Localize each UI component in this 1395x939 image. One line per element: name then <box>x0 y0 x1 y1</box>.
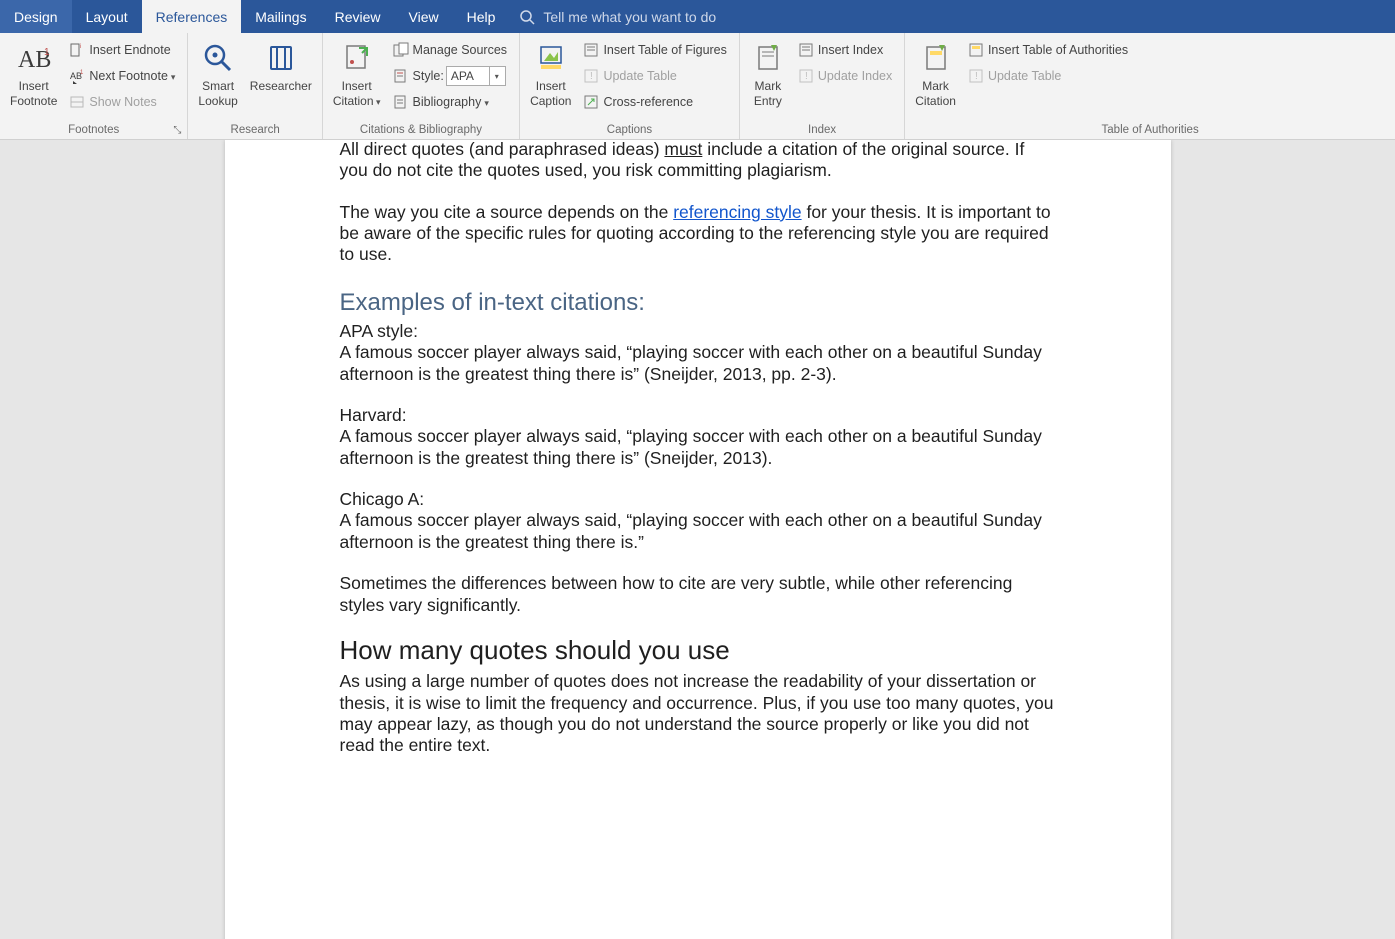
insert-index-button[interactable]: Insert Index <box>792 37 898 63</box>
group-toa-label: Table of Authorities <box>909 122 1391 139</box>
heading-examples[interactable]: Examples of in-text citations: <box>340 292 1056 313</box>
paragraph[interactable]: As using a large number of quotes does n… <box>340 671 1056 756</box>
referencing-style-link[interactable]: referencing style <box>673 202 801 222</box>
insert-citation-label: Insert Citation <box>333 79 381 110</box>
tab-design[interactable]: Design <box>0 0 72 33</box>
insert-footnote-button[interactable]: AB1 Insert Footnote <box>4 35 63 109</box>
page[interactable]: All direct quotes (and paraphrased ideas… <box>225 140 1171 939</box>
footnotes-dialog-launcher[interactable]: ⤡ <box>173 125 181 136</box>
label-chicago[interactable]: Chicago A: <box>340 489 1056 510</box>
caption-icon <box>534 39 568 77</box>
tof-icon <box>583 42 599 58</box>
style-combo[interactable]: APA <box>446 66 506 86</box>
endnote-icon: i <box>69 42 85 58</box>
tab-layout[interactable]: Layout <box>72 0 142 33</box>
update-index-button: ! Update Index <box>792 63 898 89</box>
svg-text:!: ! <box>975 71 978 82</box>
manage-sources-icon <box>393 42 409 58</box>
mark-entry-button[interactable]: Mark Entry <box>744 35 792 109</box>
group-citations: Insert Citation Manage Sources Style: AP… <box>323 33 520 139</box>
update-toa-button: ! Update Table <box>962 63 1134 89</box>
tab-mailings[interactable]: Mailings <box>241 0 320 33</box>
label-apa[interactable]: APA style: <box>340 321 1056 342</box>
group-index: Mark Entry Insert Index ! Update Index I… <box>740 33 905 139</box>
paragraph[interactable]: Sometimes the differences between how to… <box>340 573 1056 616</box>
paragraph[interactable]: All direct quotes (and paraphrased ideas… <box>340 140 1056 182</box>
smart-lookup-icon <box>201 39 235 77</box>
cross-reference-button[interactable]: Cross-reference <box>577 89 732 115</box>
mark-citation-label: Mark Citation <box>915 79 956 109</box>
insert-endnote-button[interactable]: i Insert Endnote <box>63 37 181 63</box>
mark-entry-label: Mark Entry <box>754 79 782 109</box>
tab-review[interactable]: Review <box>321 0 395 33</box>
show-notes-icon <box>69 94 85 110</box>
update-toa-icon: ! <box>968 68 984 84</box>
smart-lookup-button[interactable]: Smart Lookup <box>192 35 243 109</box>
insert-footnote-label: Insert Footnote <box>10 79 57 109</box>
smart-lookup-label: Smart Lookup <box>198 79 237 109</box>
paragraph[interactable]: A famous soccer player always said, “pla… <box>340 510 1056 553</box>
mark-entry-icon <box>751 39 785 77</box>
mark-citation-button[interactable]: Mark Citation <box>909 35 962 109</box>
group-research: Smart Lookup Researcher Research <box>188 33 322 139</box>
update-table-icon: ! <box>583 68 599 84</box>
researcher-icon <box>264 39 298 77</box>
document-area[interactable]: All direct quotes (and paraphrased ideas… <box>0 140 1395 939</box>
manage-sources-button[interactable]: Manage Sources <box>387 37 514 63</box>
paragraph[interactable]: A famous soccer player always said, “pla… <box>340 342 1056 385</box>
insert-citation-button[interactable]: Insert Citation <box>327 35 387 110</box>
style-icon <box>393 68 409 84</box>
paragraph[interactable]: The way you cite a source depends on the… <box>340 202 1056 266</box>
label-harvard[interactable]: Harvard: <box>340 405 1056 426</box>
ribbon: AB1 Insert Footnote i Insert Endnote AB1… <box>0 33 1395 140</box>
mark-citation-icon <box>919 39 953 77</box>
show-notes-button: Show Notes <box>63 89 181 115</box>
search-icon <box>519 9 535 25</box>
citation-icon <box>340 39 374 77</box>
svg-text:!: ! <box>805 71 808 82</box>
tab-references[interactable]: References <box>142 0 242 33</box>
paragraph[interactable]: A famous soccer player always said, “pla… <box>340 426 1056 469</box>
tell-me-search[interactable] <box>509 0 853 33</box>
group-captions: Insert Caption Insert Table of Figures !… <box>520 33 740 139</box>
insert-caption-label: Insert Caption <box>530 79 571 109</box>
group-citations-label: Citations & Bibliography <box>327 122 515 139</box>
insert-caption-button[interactable]: Insert Caption <box>524 35 577 109</box>
insert-toa-icon <box>968 42 984 58</box>
citation-style-dropdown[interactable]: Style: APA <box>387 63 514 89</box>
heading-howmany[interactable]: How many quotes should you use <box>340 640 1056 661</box>
next-footnote-icon: AB1 <box>69 68 85 84</box>
researcher-label: Researcher <box>250 79 312 94</box>
group-research-label: Research <box>192 122 317 139</box>
group-index-label: Index <box>744 122 900 139</box>
group-footnotes-label: Footnotes <box>68 124 119 136</box>
cross-ref-icon <box>583 94 599 110</box>
svg-text:i: i <box>80 44 81 50</box>
next-footnote-button[interactable]: AB1 Next Footnote <box>63 63 181 89</box>
bibliography-button[interactable]: Bibliography <box>387 89 514 115</box>
svg-text:!: ! <box>590 71 593 82</box>
group-captions-label: Captions <box>524 122 735 139</box>
group-footnotes: AB1 Insert Footnote i Insert Endnote AB1… <box>0 33 188 139</box>
svg-text:1: 1 <box>80 70 84 76</box>
bibliography-icon <box>393 94 409 110</box>
group-toa: Mark Citation Insert Table of Authoritie… <box>905 33 1395 139</box>
ribbon-tabstrip: Design Layout References Mailings Review… <box>0 0 1395 33</box>
tab-help[interactable]: Help <box>453 0 510 33</box>
update-index-icon: ! <box>798 68 814 84</box>
insert-toa-button[interactable]: Insert Table of Authorities <box>962 37 1134 63</box>
insert-tof-button[interactable]: Insert Table of Figures <box>577 37 732 63</box>
svg-text:1: 1 <box>44 47 50 58</box>
update-table-button: ! Update Table <box>577 63 732 89</box>
footnote-icon: AB1 <box>17 39 51 77</box>
tab-view[interactable]: View <box>395 0 453 33</box>
insert-index-icon <box>798 42 814 58</box>
tell-me-input[interactable] <box>543 9 843 25</box>
researcher-button[interactable]: Researcher <box>244 35 318 94</box>
